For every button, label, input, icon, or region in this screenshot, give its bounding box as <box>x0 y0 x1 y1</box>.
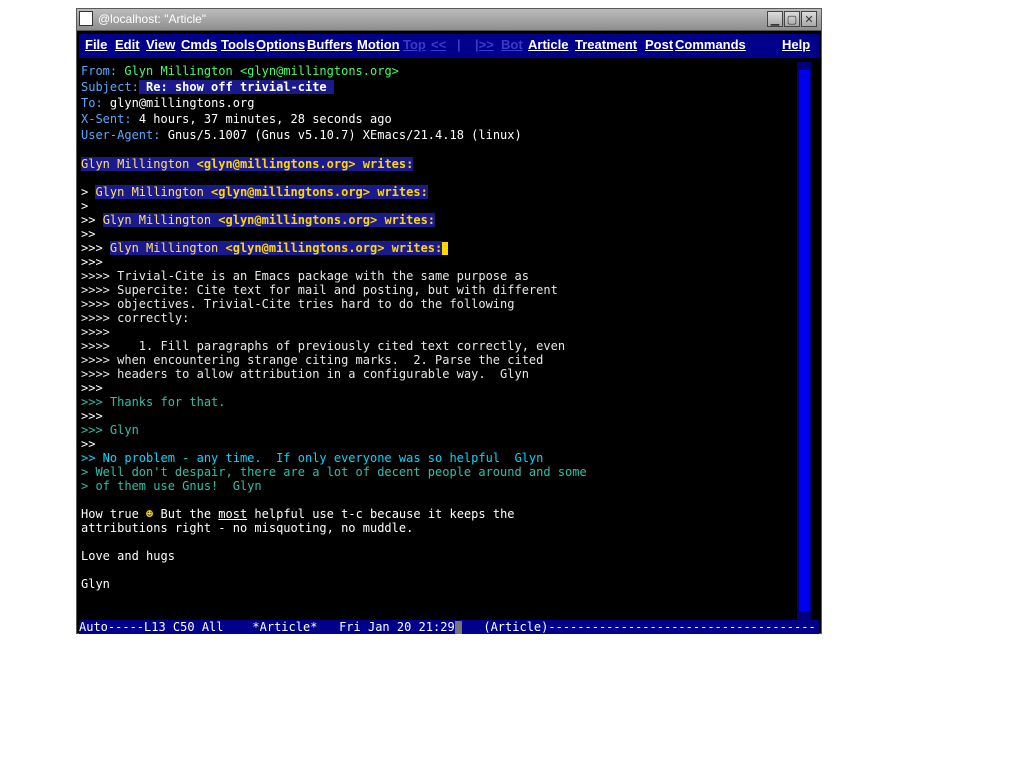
body-line: Love and hugs <box>81 549 175 563</box>
mode-line: Auto-----L13 C50 All *Article* Fri Jan 2… <box>79 620 819 634</box>
header-x-sent: X-Sent: 4 hours, 37 minutes, 28 seconds … <box>81 112 392 126</box>
quote-line: >> <box>81 437 96 451</box>
mode-line-right: (Article)-------------------------------… <box>461 620 816 634</box>
menu-top[interactable]: Top <box>403 37 426 52</box>
quote-line: >>> <box>81 409 103 423</box>
menu-options[interactable]: Options <box>256 37 305 52</box>
quote-line: >>>> Trivial-Cite is an Emacs package wi… <box>81 269 529 283</box>
menu-post[interactable]: Post <box>645 37 673 52</box>
header-subject: Subject: Re: show off trivial-cite <box>81 80 334 94</box>
vertical-scrollbar[interactable] <box>797 62 811 619</box>
quote-line: >> <box>81 227 96 241</box>
quote-line: >>> Glyn <box>81 423 139 437</box>
menu-article[interactable]: Article <box>528 37 568 52</box>
quote-line: >>>> headers to allow attribution in a c… <box>81 367 529 381</box>
title-bar[interactable]: @localhost: "Article" ▁ ▢ ✕ <box>77 9 821 31</box>
menu-view[interactable]: View <box>146 37 175 52</box>
quoted-attribution-1: > Glyn Millington <glyn@millingtons.org>… <box>81 185 428 199</box>
menu-file[interactable]: File <box>85 37 107 52</box>
scrollbar-thumb[interactable] <box>799 70 809 611</box>
article-buffer[interactable]: From: Glyn Millington <glyn@millingtons.… <box>81 62 793 619</box>
menu-separator: | <box>457 37 461 52</box>
xemacs-window: @localhost: "Article" ▁ ▢ ✕ File Edit Vi… <box>76 8 822 634</box>
menu-bar: File Edit View Cmds Tools Options Buffer… <box>79 34 819 58</box>
mode-line-left: Auto-----L13 C50 All *Article* Fri Jan 2… <box>79 620 455 634</box>
menu-bot[interactable]: Bot <box>501 37 523 52</box>
menu-motion[interactable]: Motion <box>357 37 400 52</box>
quote-line: > <box>81 199 89 213</box>
menu-commands[interactable]: Commands <box>675 37 746 52</box>
signature: Glyn <box>81 577 110 591</box>
mode-line-block <box>454 621 462 634</box>
quote-line: > of them use Gnus! Glyn <box>81 479 262 493</box>
quote-line: >> No problem - any time. If only everyo… <box>81 451 544 465</box>
attribution-line: Glyn Millington <glyn@millingtons.org> w… <box>81 157 414 171</box>
menu-edit[interactable]: Edit <box>115 37 140 52</box>
quoted-attribution-3: >>> Glyn Millington <glyn@millingtons.or… <box>81 241 449 255</box>
menu-buffers[interactable]: Buffers <box>307 37 353 52</box>
body-line: How true ☻ But the most helpful use t-c … <box>81 507 515 521</box>
menu-cmds[interactable]: Cmds <box>181 37 217 52</box>
quote-line: >>> <box>81 381 103 395</box>
quote-line: >>>> correctly: <box>81 311 190 325</box>
menu-prev[interactable]: << <box>431 37 446 52</box>
header-user-agent: User-Agent: Gnus/5.1007 (Gnus v5.10.7) X… <box>81 128 522 142</box>
quoted-attribution-2: >> Glyn Millington <glyn@millingtons.org… <box>81 213 436 227</box>
quote-line: >>>> when encountering strange citing ma… <box>81 353 544 367</box>
quote-line: > Well don't despair, there are a lot of… <box>81 465 587 479</box>
quote-line: >>> Thanks for that. <box>81 395 226 409</box>
header-from: From: Glyn Millington <glyn@millingtons.… <box>81 64 399 78</box>
window-menu-icon[interactable] <box>79 11 93 26</box>
quote-line: >>>> Supercite: Cite text for mail and p… <box>81 283 558 297</box>
header-to: To: glyn@millingtons.org <box>81 96 255 110</box>
close-button[interactable]: ✕ <box>801 11 817 27</box>
quote-line: >>>> 1. Fill paragraphs of previously ci… <box>81 339 566 353</box>
quote-line: >>>> objectives. Trivial-Cite tries hard… <box>81 297 515 311</box>
menu-tools[interactable]: Tools <box>221 37 255 52</box>
quote-line: >>> <box>81 255 103 269</box>
quote-line: >>>> <box>81 325 110 339</box>
maximize-button[interactable]: ▢ <box>784 11 800 27</box>
text-cursor <box>442 242 449 255</box>
body-line: attributions right - no misquoting, no m… <box>81 521 414 535</box>
menu-help[interactable]: Help <box>782 37 810 52</box>
menu-next[interactable]: |>> <box>475 37 494 52</box>
window-title: @localhost: "Article" <box>98 12 207 26</box>
minimize-button[interactable]: ▁ <box>767 11 783 27</box>
menu-treatment[interactable]: Treatment <box>575 37 637 52</box>
